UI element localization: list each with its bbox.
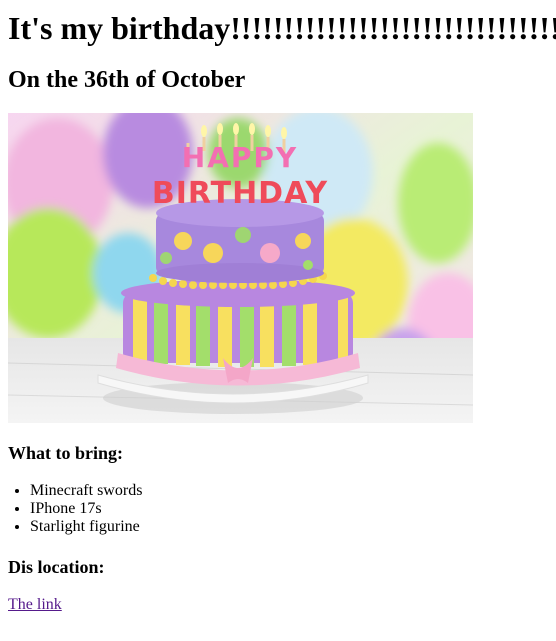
what-to-bring-heading: What to bring: bbox=[8, 443, 124, 463]
location-heading: Dis location: bbox=[8, 557, 105, 577]
page-subtitle: On the 36th of October bbox=[8, 67, 246, 93]
list-item: Starlight figurine bbox=[30, 518, 142, 536]
page-title: It's my birthday!!!!!!!!!!!!!!!!!!!!!!!!… bbox=[8, 10, 556, 46]
location-link[interactable]: The link bbox=[8, 596, 62, 614]
banner-top-text: HAPPY bbox=[182, 141, 298, 174]
list-item: IPhone 17s bbox=[30, 500, 142, 518]
bring-list: Minecraft swords IPhone 17s Starlight fi… bbox=[8, 482, 142, 536]
banner-bottom-text: BIRTHDAY bbox=[152, 176, 329, 211]
list-item: Minecraft swords bbox=[30, 482, 142, 500]
birthday-cake-image: HAPPY BIRTHDAY bbox=[8, 113, 473, 423]
